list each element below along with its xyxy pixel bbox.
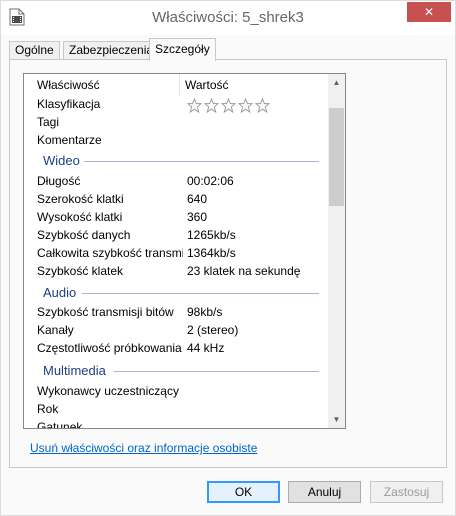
list-row-total-bitrate[interactable]: Całkowita szybkość transmi... 1364kb/s: [37, 246, 337, 263]
tab-security[interactable]: Zabezpieczenia: [63, 41, 160, 61]
row-name: Długość: [37, 174, 81, 188]
row-name: Całkowita szybkość transmi...: [37, 246, 183, 260]
list-row-rating[interactable]: Klasyfikacja: [37, 97, 337, 114]
arrow-up-icon: ▲: [332, 78, 341, 87]
details-list[interactable]: Właściwość Wartość Klasyfikacja Tagi Kom…: [23, 73, 346, 429]
star-icon[interactable]: [221, 98, 236, 113]
row-name: Klasyfikacja: [37, 97, 101, 111]
list-row-frame-width[interactable]: Szerokość klatki 640: [37, 192, 337, 209]
arrow-down-icon: ▼: [332, 415, 341, 424]
list-row-sample-rate[interactable]: Częstotliwość próbkowania ... 44 kHz: [37, 341, 337, 358]
remove-properties-link[interactable]: Usuń właściwości oraz informacje osobist…: [30, 441, 257, 455]
column-header-value[interactable]: Wartość: [185, 78, 229, 92]
group-divider: [82, 293, 319, 294]
window-title: Właściwości: 5_shrek3: [152, 9, 304, 26]
list-row-contributing-artists[interactable]: Wykonawcy uczestniczący: [37, 384, 337, 401]
vertical-scrollbar[interactable]: ▲ ▼: [328, 74, 345, 428]
row-name: Kanały: [37, 323, 74, 337]
close-icon: ✕: [423, 5, 435, 19]
column-divider[interactable]: [179, 74, 180, 96]
star-icon[interactable]: [204, 98, 219, 113]
row-value: 640: [187, 192, 208, 206]
star-icon[interactable]: [187, 98, 202, 113]
scroll-thumb[interactable]: [329, 108, 344, 206]
tab-general[interactable]: Ogólne: [9, 41, 60, 61]
row-value: 00:02:06: [187, 174, 234, 188]
list-row-frame-height[interactable]: Wysokość klatki 360: [37, 210, 337, 227]
apply-button[interactable]: Zastosuj: [370, 481, 443, 503]
properties-window: Właściwości: 5_shrek3 ✕ Ogólne Zabezpiec…: [0, 0, 456, 516]
row-value: 1364kb/s: [187, 246, 236, 260]
close-button[interactable]: ✕: [407, 2, 451, 22]
row-name: Wykonawcy uczestniczący: [37, 384, 179, 398]
row-name: Szybkość klatek: [37, 264, 124, 278]
list-row-bitrate[interactable]: Szybkość transmisji bitów 98kb/s: [37, 305, 337, 322]
star-icon[interactable]: [238, 98, 253, 113]
list-row-duration[interactable]: Długość 00:02:06: [37, 174, 337, 191]
row-value: 98kb/s: [187, 305, 223, 319]
tab-details[interactable]: Szczegóły: [149, 38, 216, 61]
title-bar[interactable]: Właściwości: 5_shrek3 ✕: [1, 1, 455, 35]
star-icon[interactable]: [255, 98, 270, 113]
row-value: 360: [187, 210, 208, 224]
list-row-frame-rate[interactable]: Szybkość klatek 23 klatek na sekundę: [37, 264, 337, 281]
scroll-up-button[interactable]: ▲: [328, 74, 345, 91]
group-divider: [114, 371, 319, 372]
row-value: 44 kHz: [187, 341, 225, 355]
row-name: Tagi: [37, 115, 60, 129]
row-name: Wysokość klatki: [37, 210, 123, 224]
group-header-multimedia: Multimedia: [43, 363, 106, 378]
list-row-genre[interactable]: Gatunek: [37, 420, 337, 429]
row-name: Gatunek: [37, 420, 83, 429]
row-value: 1265kb/s: [187, 228, 236, 242]
row-name: Szybkość danych: [37, 228, 131, 242]
group-header-video: Wideo: [43, 153, 80, 168]
ok-button[interactable]: OK: [207, 481, 280, 503]
list-row-comments[interactable]: Komentarze: [37, 133, 337, 150]
row-name: Komentarze: [37, 133, 102, 147]
group-divider: [84, 161, 319, 162]
cancel-button[interactable]: Anuluj: [288, 481, 361, 503]
list-row-data-rate[interactable]: Szybkość danych 1265kb/s: [37, 228, 337, 245]
scroll-down-button[interactable]: ▼: [328, 411, 345, 428]
list-header: Właściwość Wartość: [24, 74, 329, 96]
list-row-year[interactable]: Rok: [37, 402, 337, 419]
rating-stars[interactable]: [187, 98, 270, 113]
column-header-property[interactable]: Właściwość: [37, 78, 100, 92]
row-name: Rok: [37, 402, 59, 416]
list-row-tags[interactable]: Tagi: [37, 115, 337, 132]
row-value: 23 klatek na sekundę: [187, 264, 301, 278]
group-header-audio: Audio: [43, 285, 77, 300]
row-value: 2 (stereo): [187, 323, 239, 337]
list-row-channels[interactable]: Kanały 2 (stereo): [37, 323, 337, 340]
row-name: Szerokość klatki: [37, 192, 124, 206]
row-name: Szybkość transmisji bitów: [37, 305, 174, 319]
row-name: Częstotliwość próbkowania ...: [37, 341, 183, 355]
